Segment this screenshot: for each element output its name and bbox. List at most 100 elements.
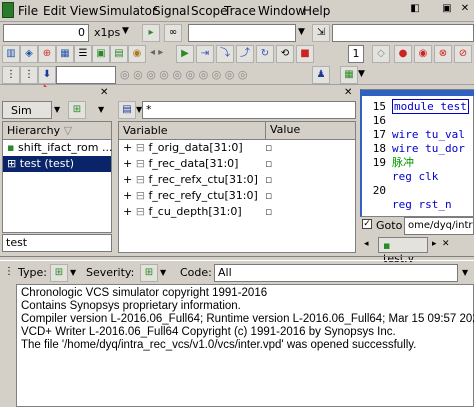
- file-icon: ▪: [383, 239, 391, 252]
- variable-row[interactable]: + ⊟ f_rec_data[31:0] ▫: [119, 156, 355, 172]
- run-icon[interactable]: ▶: [176, 45, 194, 63]
- goto-checkbox[interactable]: ✓: [362, 219, 372, 229]
- hierarchy-icon[interactable]: ◈: [20, 45, 38, 63]
- memory-icon[interactable]: ▣: [92, 45, 110, 63]
- restart-icon[interactable]: ⟲: [276, 45, 294, 63]
- close-icon[interactable]: ✕: [458, 2, 472, 16]
- source-pane: 15 module test 16 17 wire tu_val 18 wire tu…: [360, 87, 474, 265]
- restore-icon[interactable]: ◧: [408, 2, 422, 16]
- source-titlebar: [362, 90, 474, 96]
- code-line: 19 脉冲: [372, 156, 414, 169]
- tree-item-selected[interactable]: ⊞ test (test): [3, 156, 111, 172]
- pane-splitter[interactable]: [0, 256, 474, 261]
- time-input[interactable]: 0: [3, 24, 89, 42]
- time-unit-select[interactable]: x1ps: [94, 26, 120, 39]
- variable-row[interactable]: + ⊟ f_rec_refy_ctu[31:0] ▫: [119, 188, 355, 204]
- variable-pane: ✕ ▤ ▼ * Variable Value + ⊟ f_orig_data[3…: [116, 87, 358, 254]
- menu-trace[interactable]: Trace: [224, 4, 256, 18]
- source-tab[interactable]: ▪ test.v: [378, 237, 428, 265]
- clear-icon[interactable]: ⊗: [434, 45, 452, 63]
- wave-icon[interactable]: ▦: [56, 45, 74, 63]
- stop-icon[interactable]: ■: [296, 45, 314, 63]
- layout-icon[interactable]: ▥: [2, 45, 20, 63]
- close-icon[interactable]: ✕: [442, 239, 450, 249]
- toolbar-extra-field[interactable]: [332, 24, 474, 42]
- severity-filter-icon[interactable]: ⊞: [140, 264, 158, 282]
- step-icon[interactable]: ▸: [142, 24, 160, 42]
- type-filter-icon[interactable]: ⊞: [50, 264, 68, 282]
- schematic-icon[interactable]: ⊕: [38, 45, 56, 63]
- filter-icon[interactable]: ⊞: [68, 101, 86, 119]
- source-icon[interactable]: ▤: [110, 45, 128, 63]
- menu-help[interactable]: Help: [303, 4, 330, 18]
- code-select[interactable]: All: [214, 264, 458, 282]
- type-label: Type:: [18, 266, 47, 279]
- expand-icon[interactable]: +: [123, 205, 132, 218]
- expand-icon[interactable]: +: [123, 157, 132, 170]
- menu-scope[interactable]: Scope: [191, 4, 228, 18]
- list-icon[interactable]: ☰: [74, 45, 92, 63]
- grip-icon[interactable]: ⋮: [2, 66, 20, 84]
- message-filter-bar: ⋮ Type: ⊞ ▼ Severity: ⊞ ▼ Code: All ▼: [0, 262, 474, 284]
- chevron-down-icon[interactable]: ▼: [298, 27, 305, 37]
- sim-tab[interactable]: Sim: [2, 101, 52, 119]
- watch-icon[interactable]: ◉: [128, 45, 146, 63]
- console-line: Contains Synopsys proprietary informatio…: [21, 300, 241, 312]
- hierarchy-search[interactable]: test: [2, 234, 112, 252]
- breakpoint-icon[interactable]: ●: [394, 45, 412, 63]
- source-lines: 15 module test 16 17 wire tu_val 18 wire tu…: [364, 99, 472, 212]
- variable-row[interactable]: + ⊟ f_rec_refx_ctu[31:0] ▫: [119, 172, 355, 188]
- path-field[interactable]: ome/dyq/intra: [404, 217, 474, 235]
- chevron-down-icon[interactable]: ▼: [122, 26, 129, 36]
- close-icon[interactable]: ✕: [344, 87, 352, 98]
- value-icon: ▫: [265, 189, 273, 202]
- code-line: 18 wire tu_dor: [372, 142, 465, 155]
- variable-row[interactable]: + ⊟ f_orig_data[31:0] ▫: [119, 140, 355, 156]
- menu-view[interactable]: View: [70, 4, 98, 18]
- expand-icon[interactable]: +: [123, 173, 132, 186]
- step-count-field[interactable]: 1: [348, 45, 364, 63]
- variable-header: Variable Value: [119, 122, 355, 140]
- next-icon[interactable]: ⇥: [196, 45, 214, 63]
- grip-icon: ⋮: [4, 266, 14, 277]
- binoculars-icon[interactable]: ∞: [164, 24, 182, 42]
- expand-icon[interactable]: +: [123, 189, 132, 202]
- expand-icon[interactable]: +: [123, 141, 132, 154]
- chevron-down-icon[interactable]: ▼: [54, 105, 60, 114]
- maximize-icon[interactable]: ▣: [440, 2, 454, 16]
- filter-icon[interactable]: ▤: [118, 101, 136, 119]
- user-icon[interactable]: ♟: [312, 66, 330, 84]
- chevron-down-icon[interactable]: ▼: [98, 105, 104, 114]
- menu-signal[interactable]: Signal: [153, 4, 190, 18]
- menu-edit[interactable]: Edit: [43, 4, 66, 18]
- step-into-icon[interactable]: ⤵: [216, 45, 234, 63]
- expand-icon[interactable]: ⊞: [7, 157, 16, 170]
- menu-window[interactable]: Window: [258, 4, 305, 18]
- tree-item[interactable]: ▪ shift_ifact_rom ...: [3, 140, 112, 156]
- close-icon[interactable]: ✕: [100, 87, 108, 98]
- code-line: 17 wire tu_val: [372, 128, 465, 141]
- variable-filter[interactable]: *: [142, 101, 356, 119]
- chevron-down-icon[interactable]: ▼: [160, 268, 166, 277]
- bookmark-icon[interactable]: ⇲: [312, 24, 330, 42]
- step-out-icon[interactable]: ⤴: [236, 45, 254, 63]
- variable-list: Variable Value + ⊟ f_orig_data[31:0] ▫ +…: [118, 121, 356, 253]
- trace-buttons-icon[interactable]: ◎ ◎ ◎ ◎ ◎ ◎ ◎ ◎ ◎ ◎: [120, 68, 247, 81]
- variable-row[interactable]: + ⊟ f_cu_depth[31:0] ▫: [119, 204, 355, 220]
- menu-simulator[interactable]: Simulator: [99, 4, 157, 18]
- chevron-down-icon[interactable]: ▼: [358, 69, 365, 79]
- chevron-down-icon[interactable]: ▼: [462, 268, 468, 277]
- record-icon[interactable]: ◉: [414, 45, 432, 63]
- tab-scroll-left-icon[interactable]: ◂: [364, 239, 369, 249]
- code-label: Code:: [180, 266, 212, 279]
- menu-file[interactable]: File: [18, 4, 38, 18]
- delete-icon[interactable]: ⊘: [454, 45, 472, 63]
- chart-icon[interactable]: ▦: [340, 66, 358, 84]
- nav-arrows-icon[interactable]: ◂ ▸: [150, 47, 163, 58]
- chevron-down-icon[interactable]: ▼: [70, 268, 76, 277]
- continue-icon[interactable]: ↻: [256, 45, 274, 63]
- tab-scroll-right-icon[interactable]: ▸: [432, 239, 437, 249]
- find-input[interactable]: [188, 24, 296, 42]
- value-icon: ▫: [265, 173, 273, 186]
- lock-icon[interactable]: ◇: [372, 45, 390, 63]
